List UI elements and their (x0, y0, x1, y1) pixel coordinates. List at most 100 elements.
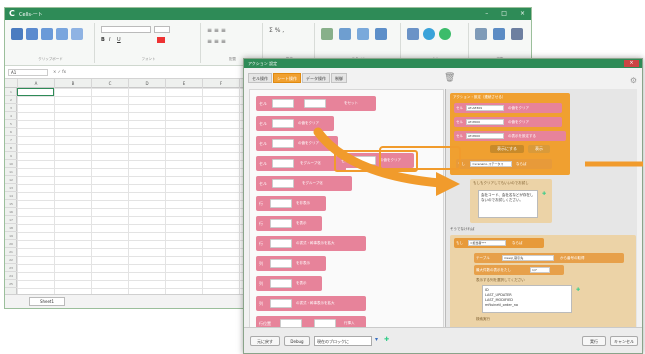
ok-button[interactable]: 実行 (582, 336, 606, 346)
row-header[interactable]: 8 (5, 144, 17, 152)
underline-button[interactable]: U (117, 37, 121, 43)
max-rows-block[interactable]: 最大件数の表示をたし 1/7 (474, 265, 564, 275)
row-header[interactable]: 10 (5, 160, 17, 168)
tab-sheet-ops[interactable]: シート操作 (273, 73, 301, 83)
workspace-block[interactable]: セル AT-AE309 の値をクリア (454, 103, 562, 113)
table-block[interactable]: テーブル mssql_取引先 から番号の取得 (474, 253, 624, 263)
block-slot[interactable] (270, 279, 292, 288)
column-header[interactable]: D (128, 79, 165, 88)
dropdown-arrow-icon[interactable]: ▾ (375, 336, 378, 343)
palette-block[interactable]: 行 を非表示 (256, 196, 326, 211)
condition-block[interactable]: もし =scenario-ステータス ならば (456, 159, 552, 169)
tab-cell-ops[interactable]: セル操作 (248, 73, 272, 83)
font-size-select[interactable] (154, 26, 170, 33)
copy-icon[interactable] (26, 28, 38, 40)
row-header[interactable]: 25 (5, 280, 17, 288)
cell-range-input[interactable]: AT-P000 (466, 119, 504, 125)
block-slot[interactable] (270, 259, 292, 268)
debug-button[interactable]: Debug (284, 336, 310, 346)
print-icon[interactable] (71, 28, 83, 40)
minimize-button[interactable]: – (485, 10, 488, 17)
cut-icon[interactable] (41, 28, 53, 40)
block-slot[interactable] (272, 159, 294, 168)
cell-range-input[interactable]: AT-P000 (466, 133, 504, 139)
block-slot[interactable] (304, 99, 326, 108)
palette-block[interactable]: 行 を表示 (256, 216, 322, 231)
row-header[interactable]: 13 (5, 184, 17, 192)
block-slot[interactable] (270, 239, 292, 248)
editor-close-button[interactable]: × (624, 60, 639, 67)
cell-range-input[interactable]: AT-AE309 (466, 105, 504, 111)
palette-block[interactable]: 列 の書式・幹事表示を拡大 (256, 296, 366, 311)
row-header[interactable]: 3 (5, 104, 17, 112)
help-icon[interactable]: ✚ (384, 336, 389, 343)
row-header[interactable]: 20 (5, 240, 17, 248)
block-slot[interactable] (270, 299, 292, 308)
row-header[interactable]: 9 (5, 152, 17, 160)
format-icon[interactable] (375, 28, 387, 40)
sync-icon[interactable] (423, 28, 435, 40)
condition-block[interactable]: もし =担当者*** ならば (454, 238, 544, 248)
row-header[interactable]: 2 (5, 96, 17, 104)
column-option[interactable]: mftuinetl_order_no (485, 303, 569, 308)
cell-reference-input[interactable]: A1 (8, 69, 48, 76)
add-icon[interactable]: ✚ (542, 191, 546, 197)
palette-block[interactable]: セル をグループ化 (256, 156, 346, 171)
block-slot[interactable] (272, 99, 294, 108)
font-color-icon[interactable] (157, 37, 165, 43)
palette-block[interactable]: セル をグループ化 (256, 176, 352, 191)
column-header[interactable]: F (202, 79, 239, 88)
sheet-tab[interactable]: Sheet1 (29, 297, 65, 306)
grid-icon[interactable] (511, 28, 523, 40)
message-group[interactable]: もしもクリアしてもいいのでお試し 会社コード、会社名などが存在しないのでお試しく… (470, 179, 552, 223)
palette-block[interactable]: 列 を非表示 (256, 256, 326, 271)
condition-input[interactable]: =scenario-ステータス (470, 161, 512, 167)
palette-block[interactable]: セル の値をクリア (256, 136, 338, 151)
block-slot[interactable] (272, 179, 294, 188)
row-header[interactable]: 18 (5, 224, 17, 232)
show-toggle-on[interactable]: 表示にする (490, 145, 524, 153)
row-header[interactable]: 7 (5, 136, 17, 144)
format-painter-icon[interactable] (56, 28, 68, 40)
column-listbox[interactable]: ID LAST_UPDATER LAST_MODIFIED mftuinetl_… (482, 285, 572, 313)
settings-icon[interactable]: ⚙ (630, 76, 637, 85)
palette-block[interactable]: セル をセット (256, 96, 376, 111)
align-icons[interactable]: ≡ ≡ ≡ (207, 27, 226, 34)
block-slot[interactable] (354, 156, 376, 165)
max-rows-input[interactable]: 1/7 (530, 267, 550, 273)
palette-block[interactable]: 列 を表示 (256, 276, 322, 291)
row-header[interactable]: 17 (5, 216, 17, 224)
row-header[interactable]: 5 (5, 120, 17, 128)
paste-icon[interactable] (11, 28, 23, 40)
row-header[interactable]: 4 (5, 112, 17, 120)
row-header[interactable]: 16 (5, 208, 17, 216)
row-header[interactable]: 22 (5, 256, 17, 264)
row-header[interactable]: 12 (5, 176, 17, 184)
formula-icons[interactable]: × ✓ fx (53, 69, 66, 74)
table-style-icon[interactable] (339, 28, 351, 40)
italic-button[interactable]: I (109, 37, 110, 43)
add-icon[interactable]: ✚ (576, 287, 580, 293)
condition-input[interactable]: =担当者*** (468, 240, 506, 246)
trash-icon[interactable]: 🗑 (444, 73, 455, 83)
cancel-button[interactable]: キャンセル (610, 336, 638, 346)
maximize-button[interactable]: □ (501, 10, 507, 17)
bold-button[interactable]: B (101, 37, 105, 43)
run-icon[interactable] (439, 28, 451, 40)
table-select[interactable]: mssql_取引先 (502, 255, 554, 261)
font-name-select[interactable] (101, 26, 151, 33)
row-header[interactable]: 15 (5, 200, 17, 208)
row-header[interactable]: 19 (5, 232, 17, 240)
row-header[interactable]: 11 (5, 168, 17, 176)
selected-cell[interactable] (17, 88, 54, 96)
undo-button[interactable]: 元に戻す (250, 336, 280, 346)
workspace-block[interactable]: セル AT-P000 の表示を設定する (454, 131, 566, 141)
palette-block[interactable]: 行 の書式・幹事表示を拡大 (256, 236, 366, 251)
tab-control[interactable]: 制御 (331, 73, 347, 83)
column-header[interactable]: A (17, 79, 54, 88)
action-group[interactable]: アクション・設定（連続させる） セル AT-AE309 の値をクリア セル AT… (450, 93, 570, 175)
rule-workspace[interactable]: アクション・設定（連続させる） セル AT-AE309 の値をクリア セル AT… (445, 89, 637, 329)
scope-select[interactable]: 現在のブロックに (314, 336, 372, 346)
row-header[interactable]: 23 (5, 264, 17, 272)
palette-block[interactable]: セル の値をクリア (256, 116, 334, 131)
